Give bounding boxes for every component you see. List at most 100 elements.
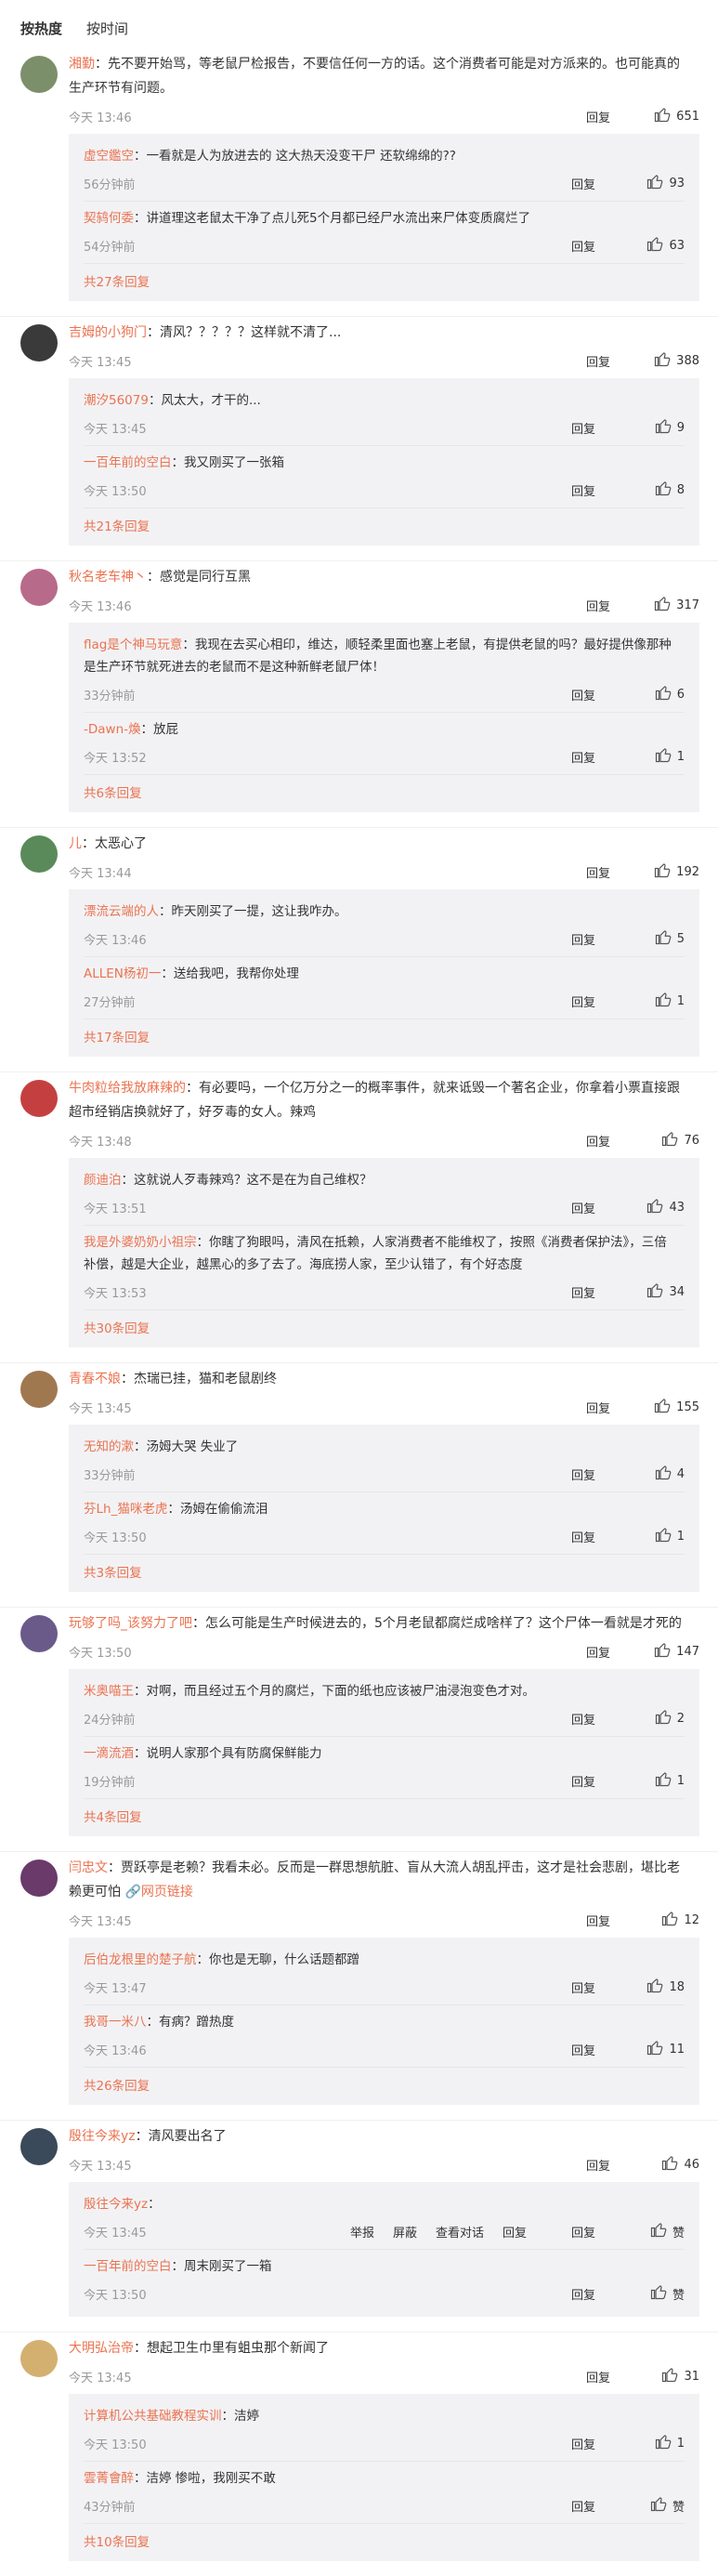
reply-button[interactable]: 回复: [555, 1912, 610, 1929]
comment-username[interactable]: 玩够了吗_该努力了吧: [69, 1616, 192, 1631]
reply-button[interactable]: 回复: [540, 2041, 595, 2058]
like-button[interactable]: 赞: [625, 2495, 685, 2516]
reply-button[interactable]: 回复: [540, 1710, 595, 1728]
sort-by-time-tab[interactable]: 按时间: [86, 19, 128, 48]
reply-username[interactable]: 无知的漱: [84, 1439, 134, 1454]
like-button[interactable]: 147: [640, 1641, 699, 1662]
like-button[interactable]: 18: [625, 1977, 685, 1997]
more-replies-link[interactable]: 共30条回复: [84, 1310, 685, 1342]
reply-button[interactable]: 回复: [540, 1465, 595, 1483]
reply-username[interactable]: -Dawn-煥: [84, 722, 141, 737]
comment-username[interactable]: 牛肉粒给我放麻辣的: [69, 1081, 186, 1096]
like-button[interactable]: 93: [625, 173, 685, 193]
like-button[interactable]: 6: [625, 684, 685, 704]
reply-button[interactable]: 回复: [555, 352, 610, 370]
reply-button[interactable]: 回复: [555, 1643, 610, 1661]
reply-username[interactable]: 后伯龙根里的楚子航: [84, 1952, 197, 1967]
comment-username[interactable]: 殷往今来yz: [69, 2129, 136, 2144]
reply-username[interactable]: 一百年前的空白: [84, 455, 172, 470]
avatar[interactable]: [20, 2128, 58, 2165]
reply-action[interactable]: 查看对话: [436, 2223, 484, 2241]
reply-button[interactable]: 回复: [540, 2497, 595, 2515]
like-button[interactable]: 34: [625, 1281, 685, 1302]
reply-button[interactable]: 回复: [540, 481, 595, 499]
like-button[interactable]: 43: [625, 1197, 685, 1217]
reply-username[interactable]: 我哥一米八: [84, 2015, 147, 2030]
reply-button[interactable]: 回复: [540, 2435, 595, 2452]
avatar[interactable]: [20, 835, 58, 873]
reply-button[interactable]: 回复: [555, 863, 610, 881]
reply-button[interactable]: 回复: [555, 597, 610, 614]
comment-username[interactable]: 秋名老车神丶: [69, 570, 147, 585]
like-button[interactable]: 651: [640, 106, 699, 126]
reply-action[interactable]: 屏蔽: [393, 2223, 417, 2241]
more-replies-link[interactable]: 共17条回复: [84, 1019, 685, 1051]
reply-button[interactable]: 回复: [540, 1283, 595, 1301]
reply-button[interactable]: 回复: [540, 748, 595, 766]
more-replies-link[interactable]: 共26条回复: [84, 2068, 685, 2099]
reply-button[interactable]: 回复: [540, 992, 595, 1010]
reply-username[interactable]: 颜迪泊: [84, 1173, 122, 1188]
more-replies-link[interactable]: 共3条回复: [84, 1555, 685, 1586]
avatar[interactable]: [20, 2340, 58, 2377]
reply-button[interactable]: 回复: [540, 930, 595, 948]
like-button[interactable]: 赞: [625, 2283, 685, 2304]
more-replies-link[interactable]: 共4条回复: [84, 1799, 685, 1831]
reply-username[interactable]: 芬Lh_猫咪老虎: [84, 1502, 167, 1517]
like-button[interactable]: 9: [625, 417, 685, 438]
reply-button[interactable]: 回复: [540, 1978, 595, 1996]
more-replies-link[interactable]: 共27条回复: [84, 264, 685, 296]
reply-button[interactable]: 回复: [555, 1132, 610, 1150]
avatar[interactable]: [20, 1080, 58, 1117]
like-button[interactable]: 63: [625, 235, 685, 256]
reply-button[interactable]: 回复: [540, 175, 595, 192]
reply-button[interactable]: 回复: [555, 2368, 610, 2385]
like-button[interactable]: 2: [625, 1708, 685, 1728]
reply-username[interactable]: ALLEN杨初一: [84, 966, 161, 981]
sort-by-hot-tab[interactable]: 按热度: [20, 19, 62, 48]
comment-username[interactable]: 吉姆的小狗门: [69, 325, 147, 340]
like-button[interactable]: 12: [640, 1910, 699, 1930]
reply-button[interactable]: 回复: [555, 108, 610, 125]
more-replies-link[interactable]: 共6条回复: [84, 775, 685, 807]
more-replies-link[interactable]: 共21条回复: [84, 508, 685, 540]
reply-username[interactable]: 契鸫何委: [84, 211, 134, 226]
like-button[interactable]: 4: [625, 1464, 685, 1484]
like-button[interactable]: 赞: [625, 2221, 685, 2241]
like-button[interactable]: 5: [625, 928, 685, 949]
like-button[interactable]: 317: [640, 595, 699, 615]
like-button[interactable]: 31: [640, 2366, 699, 2386]
reply-action[interactable]: 举报: [350, 2223, 374, 2241]
avatar[interactable]: [20, 1860, 58, 1897]
reply-button[interactable]: 回复: [540, 1772, 595, 1790]
comment-username[interactable]: 儿: [69, 836, 82, 851]
like-button[interactable]: 1: [625, 2433, 685, 2453]
comment-username[interactable]: 大明弘治帝: [69, 2341, 134, 2356]
reply-username[interactable]: 潮汐56079: [84, 393, 149, 408]
reply-username[interactable]: 殷往今来yz: [84, 2197, 148, 2212]
reply-button[interactable]: 回复: [540, 419, 595, 437]
like-button[interactable]: 1: [625, 1770, 685, 1791]
like-button[interactable]: 1: [625, 991, 685, 1011]
reply-username[interactable]: 一滴流酒: [84, 1746, 134, 1761]
like-button[interactable]: 76: [640, 1130, 699, 1150]
reply-username[interactable]: 漂流云端的人: [84, 904, 159, 919]
like-button[interactable]: 1: [625, 746, 685, 767]
reply-username[interactable]: 雲菁會醉: [84, 2471, 134, 2486]
web-link[interactable]: 🔗网页链接: [124, 1885, 192, 1899]
like-button[interactable]: 8: [625, 480, 685, 500]
more-replies-link[interactable]: 共10条回复: [84, 2524, 685, 2556]
reply-button[interactable]: 回复: [540, 2223, 595, 2241]
reply-button[interactable]: 回复: [555, 2156, 610, 2174]
avatar[interactable]: [20, 1615, 58, 1652]
reply-button[interactable]: 回复: [540, 1528, 595, 1545]
reply-username[interactable]: 计算机公共基础教程实训: [84, 2409, 222, 2424]
like-button[interactable]: 1: [625, 1526, 685, 1546]
avatar[interactable]: [20, 569, 58, 606]
like-button[interactable]: 46: [640, 2154, 699, 2175]
like-button[interactable]: 11: [625, 2039, 685, 2059]
comment-username[interactable]: 湘勤: [69, 57, 95, 72]
comment-username[interactable]: 青春不娘: [69, 1372, 121, 1387]
reply-button[interactable]: 回复: [540, 686, 595, 703]
comment-username[interactable]: 闫忠文: [69, 1860, 108, 1875]
